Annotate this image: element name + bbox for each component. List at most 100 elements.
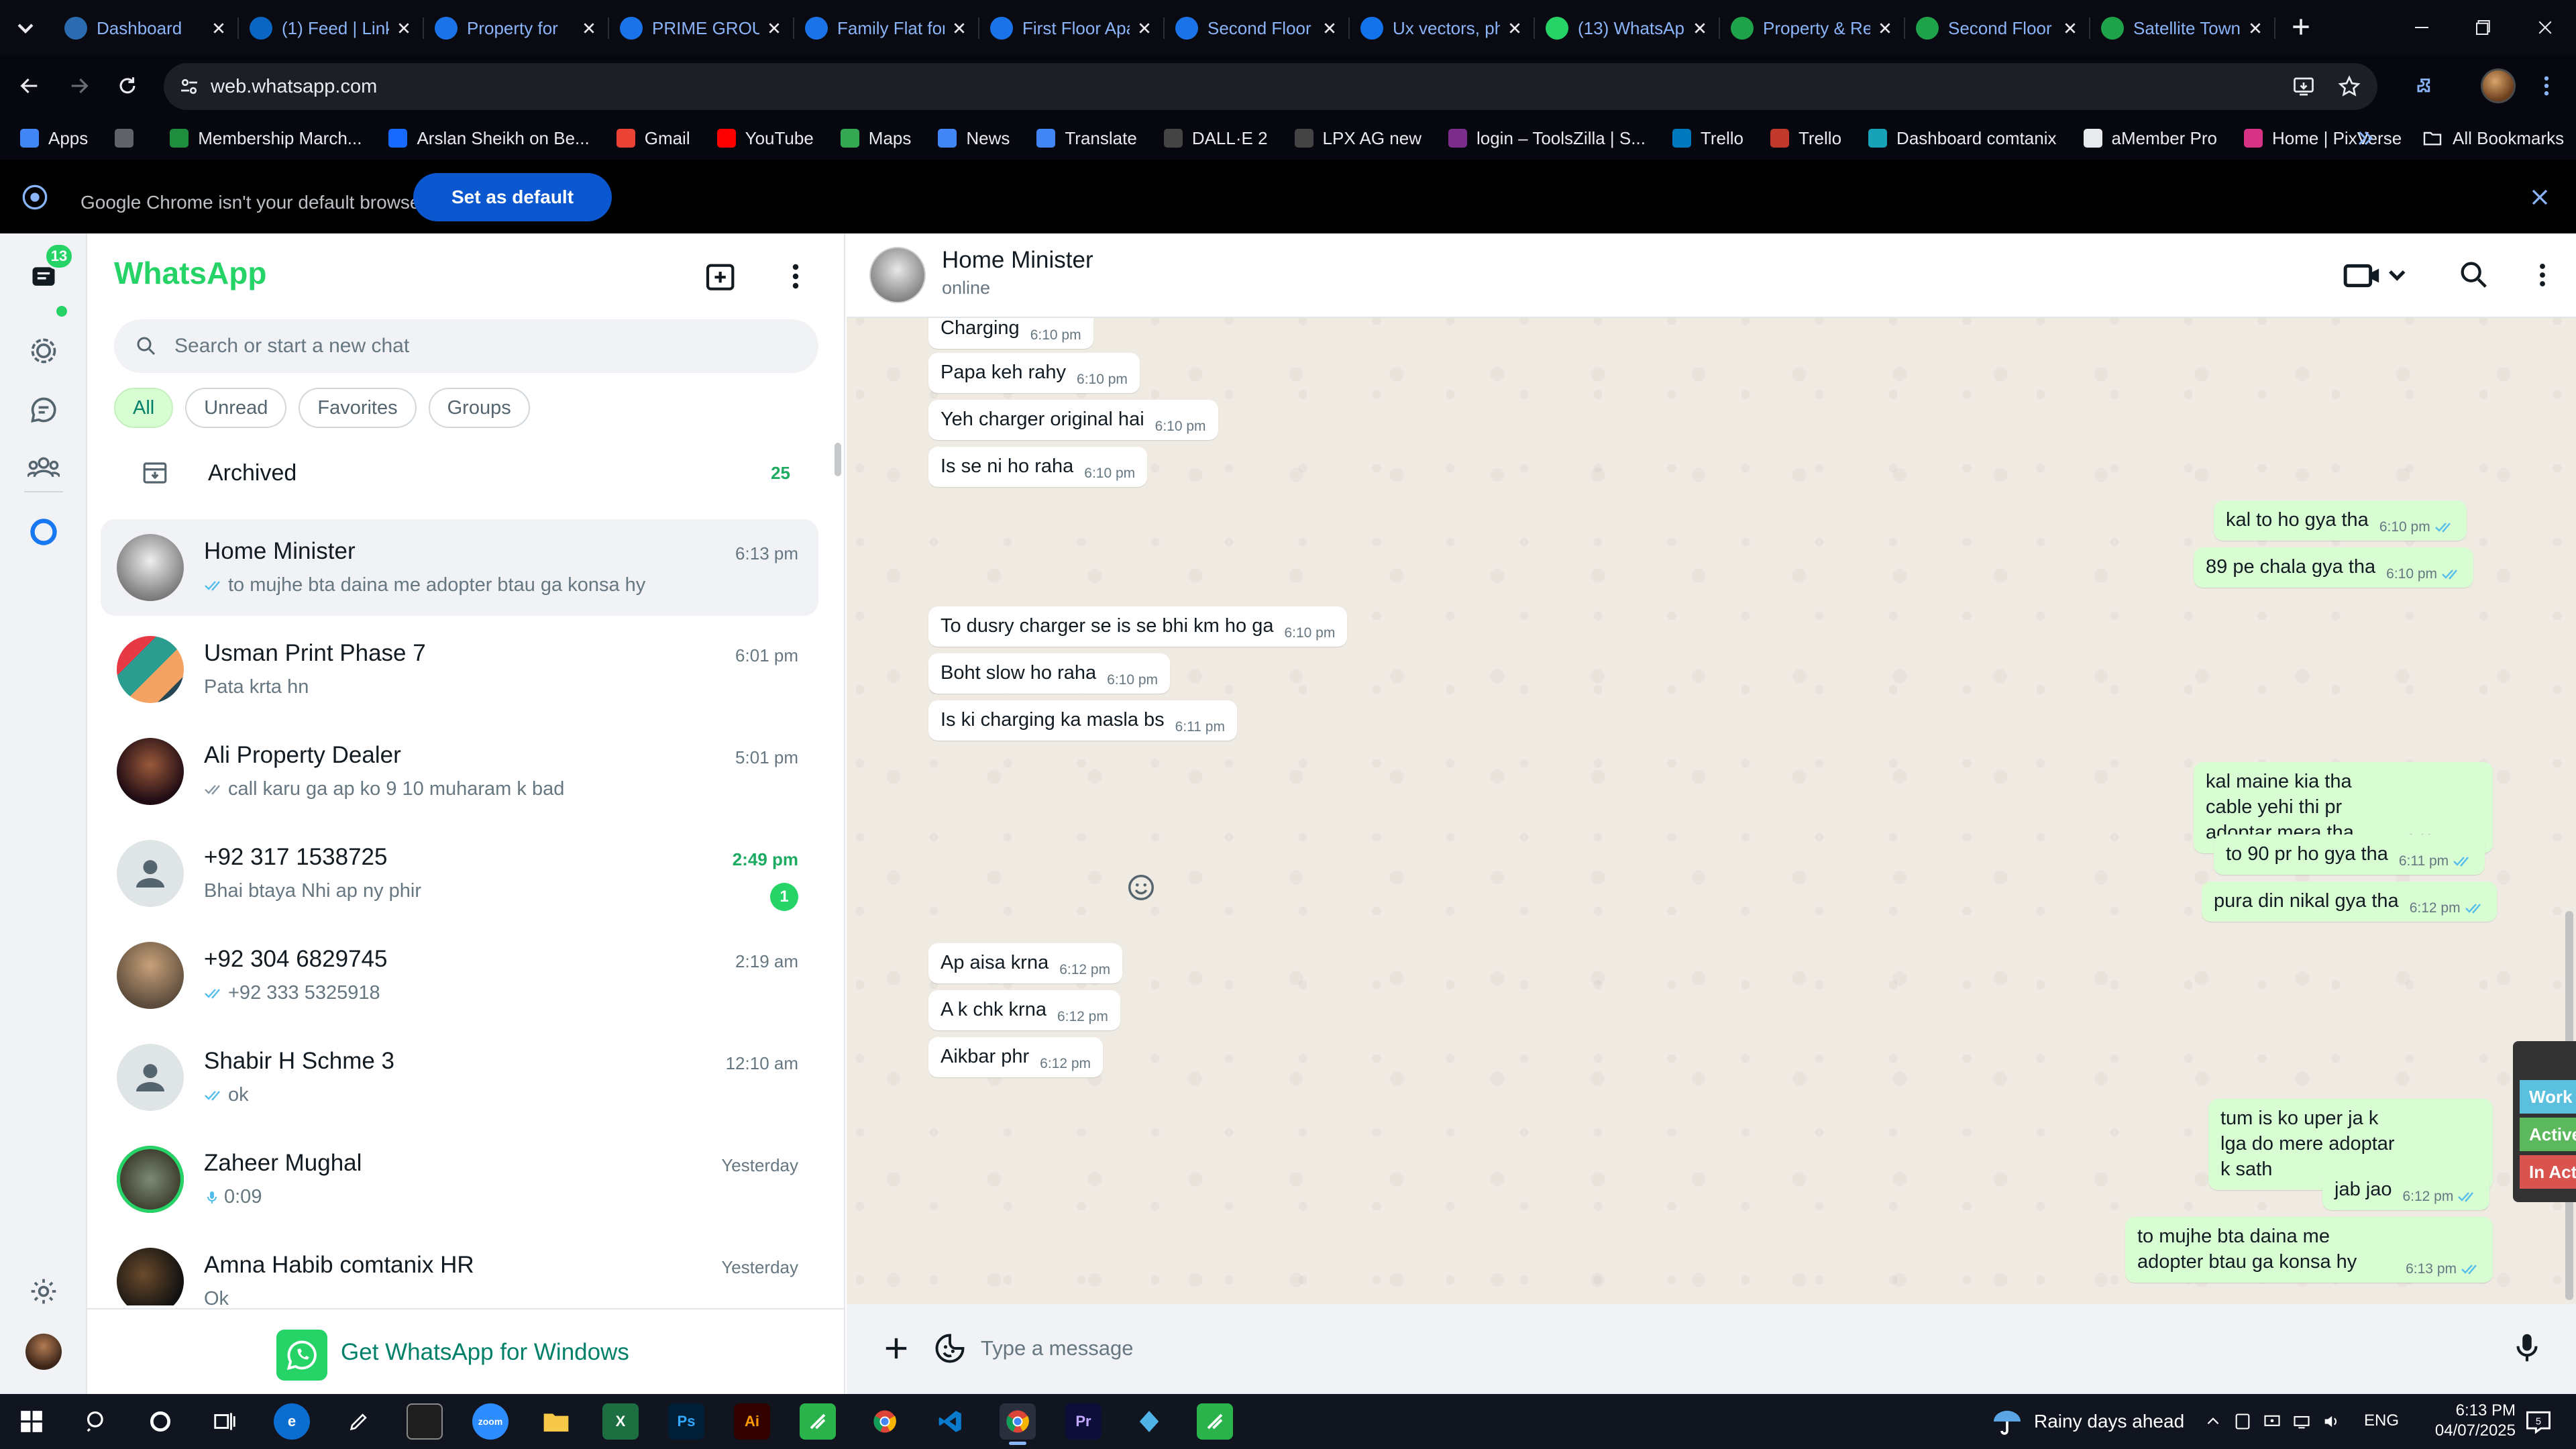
video-call-icon[interactable] xyxy=(2343,259,2410,292)
site-info-icon[interactable] xyxy=(177,74,201,99)
bookmarks-overflow-icon[interactable] xyxy=(2353,126,2377,150)
bookmark-item[interactable]: Trello xyxy=(1672,128,1743,149)
photoshop-icon[interactable]: Ps xyxy=(668,1403,704,1440)
chat-row[interactable]: Home Minister 6:13 pm to mujhe bta daina m… xyxy=(101,519,818,616)
contact-avatar[interactable] xyxy=(869,247,926,303)
chat-row[interactable]: Shabir H Schme 3 12:10 am ok xyxy=(101,1029,818,1126)
illustrator-icon[interactable]: Ai xyxy=(734,1403,770,1440)
status-nav-icon[interactable] xyxy=(25,333,62,369)
chrome-menu-icon[interactable] xyxy=(2530,70,2563,102)
task-view-icon[interactable] xyxy=(207,1403,243,1440)
sticker-emoji-icon[interactable] xyxy=(932,1331,967,1366)
conversation-header[interactable]: Home Minister online xyxy=(847,233,2576,318)
outgoing-message[interactable]: pura din nikal gya tha 6:12 pm xyxy=(2202,881,2497,922)
attach-plus-icon[interactable] xyxy=(879,1331,914,1366)
address-bar[interactable]: web.whatsapp.com xyxy=(164,63,2377,110)
volume-icon[interactable] xyxy=(2320,1410,2343,1433)
filter-chip-all[interactable]: All xyxy=(114,388,174,428)
bookmark-item[interactable]: Dashboard comtanix xyxy=(1868,128,2057,149)
input-language[interactable]: ENG xyxy=(2364,1411,2399,1430)
incoming-message[interactable]: Is se ni ho raha 6:10 pm xyxy=(928,447,1148,487)
tray-display-icon[interactable] xyxy=(2261,1410,2284,1433)
edge-icon[interactable]: e xyxy=(274,1403,310,1440)
search-messages-icon[interactable] xyxy=(2457,258,2491,292)
tab-close-icon[interactable] xyxy=(208,17,229,39)
outgoing-message[interactable]: to 90 pr ho gya tha 6:11 pm xyxy=(2214,835,2485,875)
chrome-active-icon[interactable] xyxy=(1000,1403,1036,1445)
close-window-button[interactable] xyxy=(2514,0,2576,55)
new-chat-icon[interactable] xyxy=(703,258,741,295)
chat-row[interactable]: Amna Habib comtanix HR Yesterday Ok xyxy=(101,1233,818,1305)
bookmark-item[interactable]: aMember Pro xyxy=(2083,128,2217,149)
tab-close-icon[interactable] xyxy=(1504,17,1525,39)
outgoing-message[interactable]: 89 pe chala gya tha 6:10 pm xyxy=(2194,547,2474,588)
green-app-icon[interactable] xyxy=(800,1403,836,1440)
browser-tab[interactable]: Second Floor xyxy=(1905,8,2090,48)
meta-ai-icon[interactable] xyxy=(25,514,62,550)
system-clock[interactable]: 6:13 PM 04/07/2025 xyxy=(2402,1401,2516,1441)
bookmark-item[interactable]: YouTube xyxy=(716,128,814,149)
bookmark-item[interactable]: Apps xyxy=(20,128,88,149)
tab-close-icon[interactable] xyxy=(949,17,970,39)
browser-tab[interactable]: Property for xyxy=(424,8,609,48)
restore-button[interactable] xyxy=(2453,0,2514,55)
chat-search-box[interactable] xyxy=(114,319,818,373)
network-icon[interactable] xyxy=(2290,1410,2313,1433)
chat-row[interactable]: +92 304 6829745 2:19 am +92 333 5325918 xyxy=(101,927,818,1024)
incoming-message[interactable]: Is ki charging ka masla bs 6:11 pm xyxy=(928,700,1237,741)
chat-row[interactable]: Ali Property Dealer 5:01 pm call karu ga a… xyxy=(101,723,818,820)
incoming-message[interactable]: To dusry charger se is se bhi km ho ga 6:… xyxy=(928,606,1348,647)
set-as-default-button[interactable]: Set as default xyxy=(413,173,612,221)
chrome-icon[interactable] xyxy=(867,1403,903,1440)
channels-nav-icon[interactable] xyxy=(25,392,62,428)
incoming-message[interactable]: Papa keh rahy 6:10 pm xyxy=(928,353,1140,393)
bookmark-item[interactable]: Membership March... xyxy=(170,128,362,149)
incoming-message[interactable]: Ap aisa krna 6:12 pm xyxy=(928,943,1123,983)
pen-tool-icon[interactable] xyxy=(341,1403,377,1440)
incoming-message[interactable]: Yeh charger original hai 6:10 pm xyxy=(928,400,1218,440)
bookmark-item[interactable]: login – ToolsZilla | S... xyxy=(1448,128,1646,149)
inactive-status-item[interactable]: In Act xyxy=(2520,1155,2576,1189)
browser-tab[interactable]: Family Flat for xyxy=(794,8,979,48)
search-input[interactable] xyxy=(174,319,778,373)
all-bookmarks-button[interactable]: All Bookmarks xyxy=(2422,117,2564,160)
zoom-icon[interactable]: zoom xyxy=(472,1403,508,1440)
bookmark-item[interactable]: Translate xyxy=(1036,128,1137,149)
forward-arrow-icon[interactable] xyxy=(63,70,95,102)
back-arrow-icon[interactable] xyxy=(13,70,46,102)
browser-tab[interactable]: Ux vectors, photos xyxy=(1350,8,1535,48)
emoji-reaction-icon[interactable] xyxy=(1126,872,1157,903)
chat-row[interactable]: Zaheer Mughal Yesterday 0:09 xyxy=(101,1131,818,1228)
browser-tab[interactable]: Second Floor xyxy=(1165,8,1350,48)
profile-avatar[interactable] xyxy=(2481,68,2516,103)
browser-tab[interactable]: First Floor Apartment xyxy=(979,8,1165,48)
settings-gear-icon[interactable] xyxy=(25,1273,62,1309)
incoming-message[interactable]: Charging 6:10 pm xyxy=(928,318,1093,349)
minimize-button[interactable] xyxy=(2391,0,2453,55)
filter-chip-favorites[interactable]: Favorites xyxy=(299,388,417,428)
install-app-icon[interactable] xyxy=(2292,74,2316,99)
bookmark-item[interactable]: Maps xyxy=(840,128,911,149)
archived-row[interactable]: Archived 25 xyxy=(114,443,818,503)
browser-tab[interactable]: (13) WhatsApp xyxy=(1535,8,1720,48)
excel-icon[interactable]: X xyxy=(602,1403,639,1440)
bookmark-star-icon[interactable] xyxy=(2337,74,2361,99)
filter-chip-groups[interactable]: Groups xyxy=(428,388,530,428)
outgoing-message[interactable]: kal to ho gya tha 6:10 pm xyxy=(2214,500,2467,541)
terminal-icon[interactable] xyxy=(407,1403,443,1440)
my-profile-avatar[interactable] xyxy=(25,1334,62,1370)
bookmark-item[interactable]: DALL·E 2 xyxy=(1163,128,1268,149)
bookmark-item[interactable]: Arslan Sheikh on Be... xyxy=(388,128,590,149)
chat-row[interactable]: Usman Print Phase 7 6:01 pm Pata krta hn xyxy=(101,621,818,718)
tab-close-icon[interactable] xyxy=(1689,17,1711,39)
browser-tab[interactable]: (1) Feed | LinkedIn xyxy=(239,8,424,48)
browser-tab[interactable]: Satellite Town xyxy=(2090,8,2275,48)
microphone-icon[interactable] xyxy=(2509,1330,2545,1366)
incoming-message[interactable]: Aikbar phr 6:12 pm xyxy=(928,1037,1104,1077)
tab-close-icon[interactable] xyxy=(1134,17,1155,39)
tab-close-icon[interactable] xyxy=(763,17,785,39)
bookmark-item[interactable]: Trello xyxy=(1770,128,1841,149)
bookmark-item[interactable]: Home | PixVerse xyxy=(2244,128,2402,149)
tab-close-icon[interactable] xyxy=(393,17,415,39)
chat-row[interactable]: +92 317 1538725 2:49 pm Bhai btaya Nhi ap … xyxy=(101,825,818,922)
